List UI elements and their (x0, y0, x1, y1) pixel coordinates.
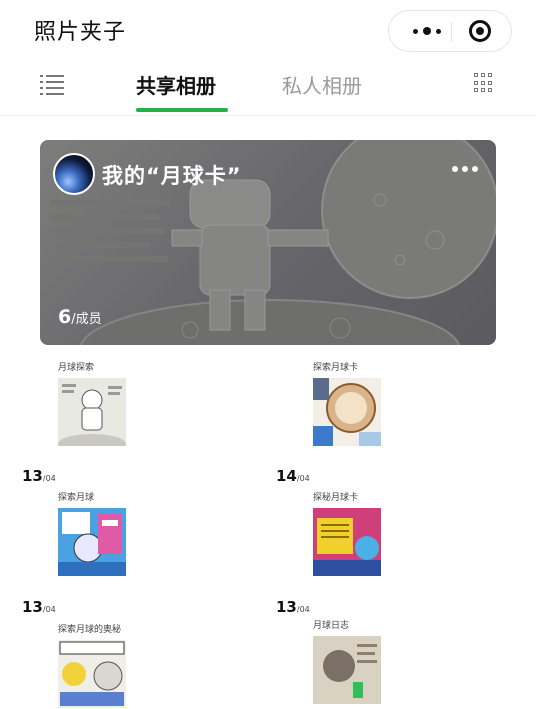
album-tabs: 共享相册 私人相册 (0, 60, 536, 116)
date-month: /04 (42, 474, 56, 483)
album-cover-banner[interactable]: 我的“月球卡” 6/成员 (40, 140, 496, 345)
album-thumbnail[interactable] (58, 378, 126, 446)
date-month: /04 (296, 605, 310, 614)
date-month: /04 (42, 605, 56, 614)
member-count[interactable]: 6/成员 (58, 306, 102, 328)
date-day: 14 (276, 467, 297, 485)
grid-icon[interactable] (474, 73, 494, 93)
album-thumbnail[interactable] (58, 640, 126, 708)
list-icon[interactable] (40, 73, 64, 95)
album-item[interactable]: 探索月球的奥秘 (58, 622, 258, 709)
album-item[interactable]: 月球探索 (58, 360, 258, 460)
album-thumbnail[interactable] (58, 508, 126, 576)
album-item[interactable]: 探秘月球卡 (313, 490, 513, 590)
album-thumbnail[interactable] (313, 636, 381, 704)
title-bar: 照片夹子 (0, 0, 536, 60)
mini-program-capsule (388, 10, 512, 52)
album-thumbnail[interactable] (313, 508, 381, 576)
tab-private-albums[interactable]: 私人相册 (282, 70, 362, 99)
date-day: 13 (22, 467, 43, 485)
active-tab-indicator (136, 108, 228, 112)
more-dots-icon[interactable] (403, 11, 451, 51)
date-label: 13/04 (276, 598, 310, 616)
date-label: 13/04 (22, 598, 56, 616)
member-count-unit: /成员 (71, 312, 102, 327)
capsule-divider (451, 22, 452, 42)
date-day: 13 (276, 598, 297, 616)
album-avatar (53, 153, 95, 195)
date-month: /04 (296, 474, 310, 483)
album-item[interactable]: 探索月球 (58, 490, 258, 590)
app-title: 照片夹子 (34, 20, 127, 45)
album-title: 我的“月球卡” (102, 164, 242, 188)
album-name: 探索月球 (58, 493, 95, 503)
album-name: 月球日志 (313, 621, 350, 631)
tab-shared-albums[interactable]: 共享相册 (136, 70, 216, 99)
album-name: 探索月球卡 (313, 363, 359, 373)
member-count-number: 6 (58, 306, 72, 328)
album-item[interactable]: 月球日志 (313, 618, 513, 709)
album-thumbnail[interactable] (313, 378, 381, 446)
album-name: 月球探索 (58, 363, 95, 373)
album-item[interactable]: 探索月球卡 (313, 360, 513, 460)
close-target-icon[interactable] (469, 20, 491, 42)
album-more-icon[interactable] (452, 166, 478, 172)
date-day: 13 (22, 598, 43, 616)
date-label: 13/04 (22, 467, 56, 485)
album-name: 探索月球的奥秘 (58, 625, 122, 635)
album-name: 探秘月球卡 (313, 493, 359, 503)
date-label: 14/04 (276, 467, 310, 485)
